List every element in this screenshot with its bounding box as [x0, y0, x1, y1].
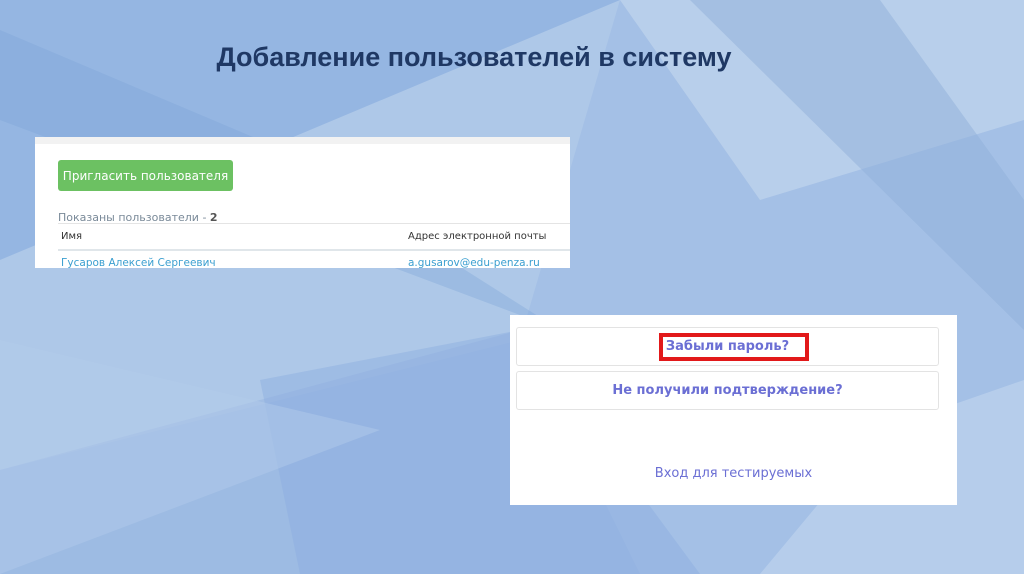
users-table-header: Имя Адрес электронной почты — [58, 223, 570, 251]
invite-user-button[interactable]: Пригласить пользователя — [58, 160, 233, 191]
table-row: Гусаров Алексей Сергеевич a.gusarov@edu-… — [58, 250, 570, 274]
no-confirmation-box[interactable]: Не получили подтверждение? — [516, 371, 939, 410]
forgot-password-box[interactable]: Забыли пароль? — [516, 327, 939, 366]
user-email-link[interactable]: a.gusarov@edu-penza.ru — [408, 257, 540, 269]
user-name-link[interactable]: Гусаров Алексей Сергеевич — [61, 257, 216, 269]
no-confirmation-link[interactable]: Не получили подтверждение? — [517, 383, 938, 398]
column-header-name: Имя — [61, 231, 83, 242]
users-panel: Пригласить пользователя Показаны пользов… — [35, 137, 570, 269]
slide-title: Добавление пользователей в систему — [216, 42, 732, 72]
highlight-frame — [659, 333, 809, 361]
login-links-panel: Забыли пароль? Не получили подтверждение… — [510, 315, 957, 505]
test-login-link[interactable]: Вход для тестируемых — [510, 466, 957, 481]
column-header-email: Адрес электронной почты — [408, 231, 547, 242]
